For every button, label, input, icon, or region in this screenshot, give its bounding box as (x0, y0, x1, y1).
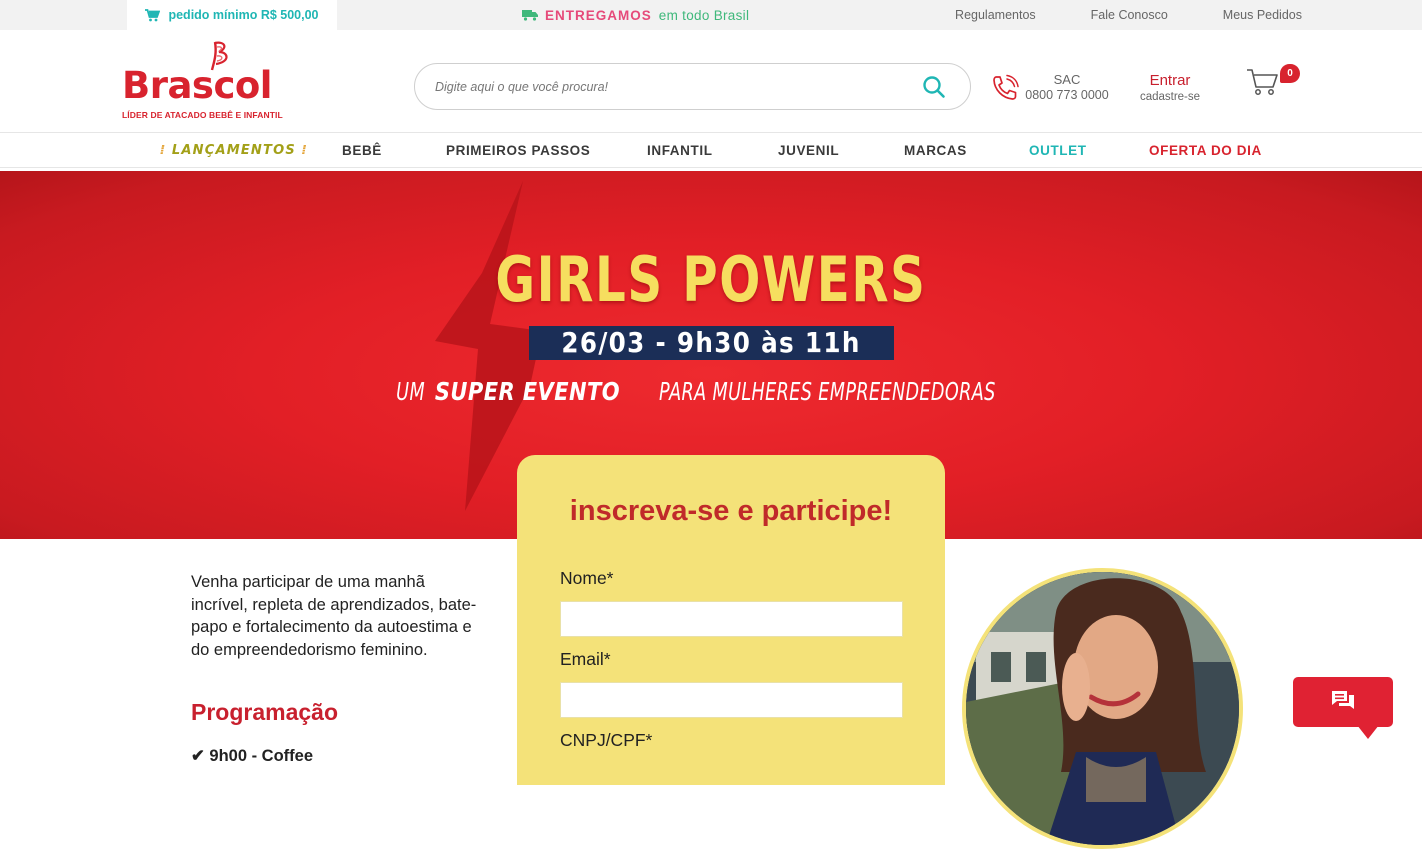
delivery-strong: ENTREGAMOS (545, 7, 652, 23)
brand-logo[interactable]: Brascol LÍDER DE ATACADO BEBÊ E INFANTIL (120, 38, 283, 123)
sac-label: SAC (1053, 72, 1081, 87)
cart-button[interactable]: 0 (1246, 64, 1304, 100)
nav-item-juvenil[interactable]: JUVENIL (778, 143, 839, 158)
banner-subtitle: UM SUPER EVENTO PARA MULHERES EMPREENDED… (0, 377, 1422, 406)
speaker-photo (966, 572, 1239, 845)
banner-subtitle-bold: SUPER EVENTO (435, 377, 621, 406)
sparkle-right-icon: ⁞ (301, 143, 308, 158)
name-label: Nome* (560, 568, 614, 588)
banner-title: GIRLS POWERS (495, 243, 927, 316)
signup-form: inscreva-se e participe! Nome* Email* CN… (517, 455, 945, 785)
nav-item-bebe[interactable]: BEBÊ (342, 143, 382, 158)
truck-icon (522, 10, 538, 21)
min-order-text: pedido mínimo R$ 500,00 (168, 8, 319, 22)
banner-date-text: 26/03 - 9h30 às 11h (561, 326, 862, 359)
form-heading: inscreva-se e participe! (569, 495, 893, 527)
chat-widget-button[interactable] (1293, 677, 1393, 739)
name-field[interactable] (560, 601, 903, 637)
sac-phone: 0800 773 0000 (1025, 88, 1109, 102)
link-regulamentos[interactable]: Regulamentos (955, 8, 1036, 22)
chat-icon (1332, 691, 1354, 709)
sac-contact[interactable]: SAC 0800 773 0000 (990, 71, 1120, 107)
phone-icon (993, 74, 1019, 100)
search-input[interactable] (435, 77, 905, 97)
top-bar: pedido mínimo R$ 500,00 ENTREGAMOS em to… (0, 0, 1422, 30)
nav-item-oferta-do-dia[interactable]: OFERTA DO DIA (1149, 143, 1262, 158)
event-intro: Venha participar de uma manhã incrível, … (191, 573, 477, 659)
email-field[interactable] (560, 682, 903, 718)
search-box (414, 63, 971, 110)
site-header: Brascol LÍDER DE ATACADO BEBÊ E INFANTIL… (0, 30, 1422, 133)
cart-count-badge: 0 (1280, 64, 1300, 83)
logo-tagline: LÍDER DE ATACADO BEBÊ E INFANTIL (122, 110, 283, 120)
login-link[interactable]: Entrar (1134, 72, 1206, 89)
banner-subtitle-pre: UM (396, 377, 426, 406)
nav-item-infantil[interactable]: INFANTIL (647, 143, 713, 158)
program-item: ✔ 9h00 - Coffee (191, 747, 314, 765)
cart-icon (145, 8, 161, 21)
logo-wordmark: Brascol (122, 64, 272, 107)
sparkle-left-icon: ⁞ (160, 143, 167, 158)
email-label: Email* (560, 649, 611, 669)
nav-item-label: LANÇAMENTOS (171, 143, 296, 158)
banner-date: 26/03 - 9h30 às 11h (529, 326, 894, 360)
delivery-notice: ENTREGAMOS em todo Brasil (522, 0, 749, 30)
nav-item-marcas[interactable]: MARCAS (904, 143, 967, 158)
nav-item-lancamentos[interactable]: ⁞ LANÇAMENTOS ⁞ (160, 143, 308, 158)
cnpj-cpf-label: CNPJ/CPF* (560, 730, 653, 750)
search-icon[interactable] (922, 75, 946, 99)
speaker-photo-illustration (966, 572, 1239, 845)
signup-link[interactable]: cadastre-se (1134, 91, 1206, 103)
program-title: Programação (191, 699, 339, 725)
shopping-cart-icon (1247, 69, 1278, 95)
banner-subtitle-post: PARA MULHERES EMPREENDEDORAS (659, 377, 997, 406)
category-nav: ⁞ LANÇAMENTOS ⁞ BEBÊ PRIMEIROS PASSOS IN… (0, 134, 1422, 168)
nav-item-primeiros-passos[interactable]: PRIMEIROS PASSOS (446, 143, 590, 158)
login-area: Entrar cadastre-se (1134, 72, 1206, 103)
nav-item-outlet[interactable]: OUTLET (1029, 143, 1087, 158)
top-links: Regulamentos Fale Conosco Meus Pedidos (955, 0, 1302, 30)
min-order-notice: pedido mínimo R$ 500,00 (127, 0, 337, 30)
chat-bubble-tail (1357, 725, 1379, 739)
delivery-rest: em todo Brasil (658, 7, 750, 23)
link-meus-pedidos[interactable]: Meus Pedidos (1223, 8, 1302, 22)
link-fale-conosco[interactable]: Fale Conosco (1091, 8, 1168, 22)
